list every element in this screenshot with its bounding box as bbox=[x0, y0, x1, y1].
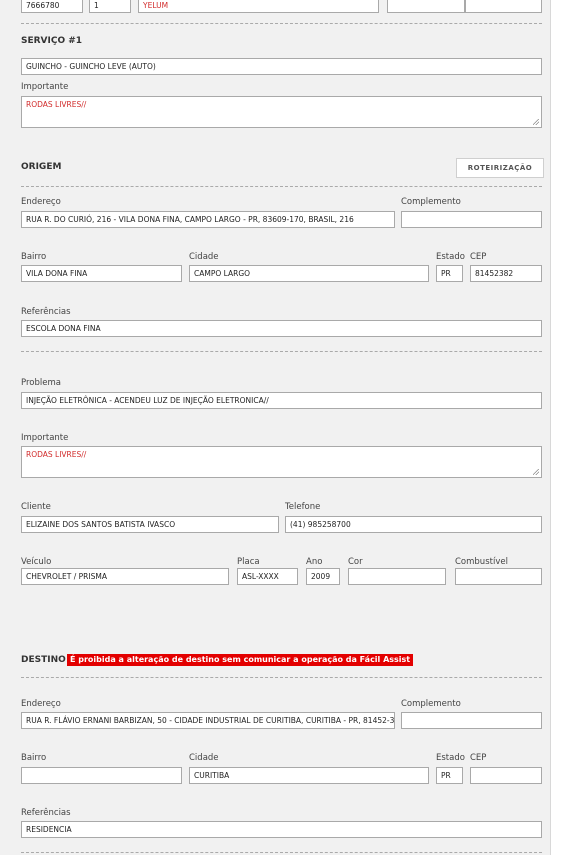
estado-label: Estado bbox=[436, 753, 465, 763]
veiculo-field[interactable]: CHEVROLET / PRISMA bbox=[21, 568, 229, 585]
top-field-5[interactable] bbox=[465, 0, 542, 13]
origem-estado-field[interactable]: PR bbox=[436, 265, 463, 282]
origem-referencias-field[interactable]: ESCOLA DONA FINA bbox=[21, 320, 542, 337]
ano-label: Ano bbox=[306, 557, 323, 567]
importante-text: RODAS LIVRES// bbox=[26, 100, 87, 109]
top-field-1[interactable]: 7666780 bbox=[21, 0, 83, 13]
endereco-label: Endereço bbox=[21, 197, 61, 207]
divider bbox=[21, 186, 542, 187]
importante-label: Importante bbox=[21, 433, 69, 443]
combustivel-field[interactable] bbox=[455, 568, 542, 585]
destino-estado-field[interactable]: PR bbox=[436, 767, 463, 784]
cep-label: CEP bbox=[470, 753, 487, 763]
origem-cidade-field[interactable]: CAMPO LARGO bbox=[189, 265, 429, 282]
bairro-label: Bairro bbox=[21, 252, 47, 262]
destino-cep-field[interactable] bbox=[470, 767, 542, 784]
telefone-label: Telefone bbox=[285, 502, 321, 512]
origem-endereco-field[interactable]: RUA R. DO CURIÓ, 216 - VILA DONA FINA, C… bbox=[21, 211, 395, 228]
cep-label: CEP bbox=[470, 252, 487, 262]
placa-field[interactable]: ASL-XXXX bbox=[237, 568, 298, 585]
problema-label: Problema bbox=[21, 378, 61, 388]
divider bbox=[21, 351, 542, 352]
top-field-2[interactable]: 1 bbox=[89, 0, 131, 13]
servico-importante-textarea[interactable]: RODAS LIVRES// bbox=[21, 96, 542, 128]
referencias-label: Referências bbox=[21, 808, 71, 818]
cliente-label: Cliente bbox=[21, 502, 51, 512]
telefone-field[interactable]: (41) 985258700 bbox=[285, 516, 542, 533]
resize-handle-icon[interactable] bbox=[533, 469, 539, 475]
cidade-label: Cidade bbox=[189, 252, 219, 262]
destino-complemento-field[interactable] bbox=[401, 712, 542, 729]
service-field[interactable]: GUINCHO - GUINCHO LEVE (AUTO) bbox=[21, 58, 542, 75]
divider bbox=[21, 23, 542, 24]
importante-label: Importante bbox=[21, 82, 69, 92]
complemento-label: Complemento bbox=[401, 699, 461, 709]
destino-warning-badge: É proibida a alteração de destino sem co… bbox=[67, 654, 414, 666]
bairro-label: Bairro bbox=[21, 753, 47, 763]
problema-importante-textarea[interactable]: RODAS LIVRES// bbox=[21, 446, 542, 478]
origem-cep-field[interactable]: 81452382 bbox=[470, 265, 542, 282]
importante-text: RODAS LIVRES// bbox=[26, 450, 87, 459]
referencias-label: Referências bbox=[21, 307, 71, 317]
cliente-field[interactable]: ELIZAINE DOS SANTOS BATISTA IVASCO bbox=[21, 516, 279, 533]
complemento-label: Complemento bbox=[401, 197, 461, 207]
ano-field[interactable]: 2009 bbox=[306, 568, 340, 585]
roteirizacao-button[interactable]: ROTEIRIZAÇÃO bbox=[456, 158, 544, 178]
origem-complemento-field[interactable] bbox=[401, 211, 542, 228]
veiculo-label: Veículo bbox=[21, 557, 52, 567]
destino-title: DESTINO bbox=[21, 655, 66, 665]
destino-bairro-field[interactable] bbox=[21, 767, 182, 784]
form-panel: 7666780 1 YELUM SERVIÇO #1 GUINCHO - GUI… bbox=[0, 0, 551, 855]
servico-title: SERVIÇO #1 bbox=[21, 36, 83, 46]
origem-title: ORIGEM bbox=[21, 162, 62, 172]
destino-endereco-field[interactable]: RUA R. FLÁVIO ERNANI BARBIZAN, 50 - CIDA… bbox=[21, 712, 395, 729]
cor-field[interactable] bbox=[348, 568, 446, 585]
divider bbox=[21, 677, 542, 678]
destino-referencias-field[interactable]: RESIDENCIA bbox=[21, 821, 542, 838]
top-field-4[interactable] bbox=[387, 0, 465, 13]
top-field-3[interactable]: YELUM bbox=[138, 0, 379, 13]
cidade-label: Cidade bbox=[189, 753, 219, 763]
divider bbox=[21, 852, 542, 853]
problema-field[interactable]: INJEÇÃO ELETRÔNICA - ACENDEU LUZ DE INJE… bbox=[21, 392, 542, 409]
origem-bairro-field[interactable]: VILA DONA FINA bbox=[21, 265, 182, 282]
placa-label: Placa bbox=[237, 557, 260, 567]
cor-label: Cor bbox=[348, 557, 363, 567]
endereco-label: Endereço bbox=[21, 699, 61, 709]
resize-handle-icon[interactable] bbox=[533, 119, 539, 125]
estado-label: Estado bbox=[436, 252, 465, 262]
combustivel-label: Combustível bbox=[455, 557, 508, 567]
destino-cidade-field[interactable]: CURITIBA bbox=[189, 767, 429, 784]
